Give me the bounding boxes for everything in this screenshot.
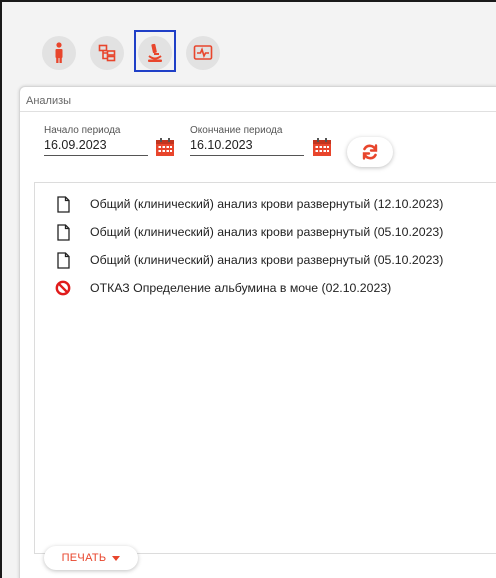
list-item[interactable]: Общий (клинический) анализ крови разверн… bbox=[55, 251, 443, 269]
list-item[interactable]: Общий (клинический) анализ крови разверн… bbox=[55, 223, 443, 241]
period-end-input[interactable]: 16.10.2023 bbox=[190, 136, 304, 156]
ecg-monitor-icon bbox=[186, 36, 220, 70]
period-end-field[interactable]: Окончание периода 16.10.2023 bbox=[190, 125, 304, 156]
document-icon bbox=[55, 195, 71, 213]
panel-title: Анализы bbox=[26, 95, 72, 107]
list-item-text: ОТКАЗ Определение альбумина в моче (02.1… bbox=[90, 281, 392, 295]
calendar-icon[interactable] bbox=[155, 137, 175, 157]
app-window: Анализы Начало периода 16.09.2023 Оконча… bbox=[0, 0, 496, 578]
list-item-text: Общий (клинический) анализ крови разверн… bbox=[90, 225, 444, 239]
print-button-label: ПЕЧАТЬ bbox=[61, 552, 107, 564]
vitals-tab[interactable] bbox=[182, 30, 224, 72]
period-start-label: Начало периода bbox=[44, 125, 121, 136]
document-icon bbox=[55, 223, 71, 241]
refresh-button[interactable] bbox=[347, 137, 393, 167]
analyses-panel: Анализы Начало периода 16.09.2023 Оконча… bbox=[19, 86, 496, 578]
list-item[interactable]: ОТКАЗ Определение альбумина в моче (02.1… bbox=[55, 279, 391, 297]
person-icon bbox=[42, 36, 76, 70]
person-tab[interactable] bbox=[38, 30, 80, 72]
document-icon bbox=[55, 251, 71, 269]
period-end-label: Окончание периода bbox=[190, 125, 283, 136]
print-button[interactable]: ПЕЧАТЬ bbox=[44, 546, 138, 570]
period-start-input[interactable]: 16.09.2023 bbox=[44, 136, 148, 156]
calendar-icon[interactable] bbox=[312, 137, 332, 157]
list-item-text: Общий (клинический) анализ крови разверн… bbox=[90, 253, 444, 267]
hierarchy-icon bbox=[90, 36, 124, 70]
period-start-field[interactable]: Начало периода 16.09.2023 bbox=[44, 125, 148, 156]
results-list: Общий (клинический) анализ крови разверн… bbox=[34, 182, 496, 554]
section-toolbar bbox=[38, 30, 224, 74]
refusal-icon bbox=[55, 279, 71, 297]
microscope-icon bbox=[138, 36, 172, 70]
chevron-down-icon bbox=[112, 555, 121, 561]
analyses-tab[interactable] bbox=[134, 30, 176, 72]
hierarchy-tab[interactable] bbox=[86, 30, 128, 72]
divider bbox=[20, 111, 496, 112]
refresh-icon bbox=[362, 144, 378, 160]
list-item-text: Общий (клинический) анализ крови разверн… bbox=[90, 197, 444, 211]
list-item[interactable]: Общий (клинический) анализ крови разверн… bbox=[55, 195, 443, 213]
